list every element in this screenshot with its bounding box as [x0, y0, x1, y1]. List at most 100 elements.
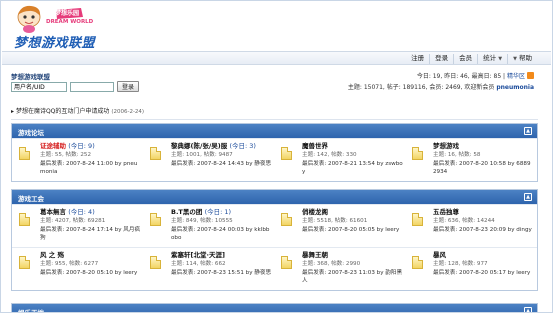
forum-title[interactable]: 梦想游戏联盟: [11, 71, 50, 81]
forum-topic-stats: 主题: 636, 帖数: 14244: [433, 218, 495, 224]
forum-folder-icon: [19, 147, 30, 160]
forum-cell: 魔兽世界 主题: 142, 帖数: 330 最后发表: 2007-8-21 13:…: [274, 139, 405, 181]
nav-register[interactable]: 注册: [406, 54, 429, 64]
forum-cell: 紫塞轩[北堂·天涯] 主题: 114, 帖数: 662 最后发表: 2007-8-…: [143, 248, 274, 290]
username-input[interactable]: [11, 81, 67, 92]
forum-name[interactable]: 梦想游戏: [433, 142, 459, 150]
forum-name[interactable]: 俏楼龙阁: [302, 208, 328, 216]
forum-folder-icon: [281, 147, 292, 160]
forum-row: 风 之 殇 主题: 955, 帖数: 6277 最后发表: 2007-8-20 0…: [12, 247, 537, 290]
collapse-icon[interactable]: ▲: [524, 127, 532, 135]
new-member-link[interactable]: pneumonia: [496, 84, 534, 91]
forum-topic-stats: 主题: 5518, 帖数: 61601: [302, 218, 368, 224]
forum-row: 葛本無言 (今日: 4) 主题: 4207, 帖数: 69281 最后发表: 200…: [12, 204, 537, 247]
forum-last-post[interactable]: 最后发表: 2007-8-21 13:54 by zswboy: [302, 160, 403, 177]
today-stats-text: 今日: 19, 昨日: 46, 最高日: 85 |: [416, 73, 506, 80]
forum-last-post[interactable]: 最后发表: 2007-8-24 11:00 by pneumonia: [40, 160, 141, 177]
forum-name[interactable]: 暴舞王朝: [302, 251, 328, 259]
nav-members[interactable]: 会员: [453, 54, 477, 64]
forum-name[interactable]: 葛本無言: [40, 208, 66, 216]
top-nav-bar: 注册 登录 会员 统计 ▼ ▼ 帮助: [2, 51, 551, 65]
rss-icon[interactable]: [527, 72, 534, 79]
forum-last-post[interactable]: 最后发表: 2007-8-23 15:51 by 静夜思: [171, 269, 272, 278]
forum-today-count: (今日: 9): [68, 142, 95, 150]
category-header[interactable]: 游戏论坛 ▲: [12, 124, 537, 138]
forum-name-link[interactable]: 黎典娜(陈/张/吴)服 (今日: 3): [171, 142, 272, 151]
forum-folder-icon: [412, 147, 423, 160]
forum-last-post[interactable]: 最后发表: 2007-8-20 05:10 by leery: [40, 269, 141, 278]
announcement-date: (2006-2-24): [111, 109, 145, 115]
forum-name[interactable]: 五岳独尊: [433, 208, 459, 216]
forum-name[interactable]: 紫塞轩[北堂·天涯]: [171, 251, 225, 259]
forum-folder-icon: [412, 256, 423, 269]
forum-last-post[interactable]: 最后发表: 2007-8-23 11:03 by 韵阳黑人: [302, 269, 403, 286]
nav-login[interactable]: 登录: [429, 54, 453, 64]
forum-page: 梦想乐园 DREAM WORLD 梦想游戏联盟 注册 登录 会员 统计 ▼ ▼ …: [0, 0, 553, 313]
category-header[interactable]: 娱乐天地 ▲: [12, 304, 537, 312]
forum-last-post[interactable]: 最后发表: 2007-8-20 05:17 by leery: [433, 269, 534, 278]
forum-name[interactable]: B.T黑の团: [171, 208, 202, 216]
forum-cell: 暴风 主题: 128, 帖数: 977 最后发表: 2007-8-20 05:17…: [405, 248, 536, 290]
forum-name-link[interactable]: 暴舞王朝: [302, 251, 403, 260]
collapse-icon[interactable]: ▲: [524, 307, 532, 312]
forum-topic-stats: 主题: 128, 帖数: 977: [433, 261, 488, 267]
nav-stats-label: 统计: [483, 54, 497, 62]
nav-help[interactable]: ▼ 帮助: [507, 54, 537, 64]
forum-folder-icon: [281, 213, 292, 226]
forum-name-link[interactable]: 葛本無言 (今日: 4): [40, 208, 141, 217]
forum-name[interactable]: 证途辅助: [40, 142, 66, 150]
forum-name[interactable]: 风 之 殇: [40, 251, 64, 259]
category-header[interactable]: 游戏工会 ▲: [12, 190, 537, 204]
quick-login-form: 登录: [11, 81, 140, 92]
forum-folder-icon: [19, 256, 30, 269]
logo-small-text: 梦想乐园: [54, 10, 79, 17]
forum-today-count: (今日: 1): [204, 208, 232, 216]
forum-folder-icon: [412, 213, 423, 226]
forum-name-link[interactable]: 风 之 殇: [40, 251, 141, 260]
forum-name-link[interactable]: 五岳独尊: [433, 208, 534, 217]
forum-name-link[interactable]: B.T黑の团 (今日: 1): [171, 208, 272, 217]
forum-last-post[interactable]: 最后发表: 2007-8-20 05:05 by leery: [302, 226, 403, 235]
login-button[interactable]: 登录: [117, 81, 140, 92]
forum-last-post[interactable]: 最后发表: 2007-8-24 00:03 by kklbbobo: [171, 226, 272, 243]
forum-folder-icon: [150, 256, 161, 269]
forum-name[interactable]: 黎典娜(陈/张/吴)服: [171, 142, 227, 150]
category-title[interactable]: 游戏工会: [18, 195, 44, 203]
collapse-icon[interactable]: ▲: [524, 193, 532, 201]
forum-cell: 俏楼龙阁 主题: 5518, 帖数: 61601 最后发表: 2007-8-20 …: [274, 205, 405, 247]
forum-category: 游戏论坛 ▲ 证途辅助 (今日: 9) 主题: 55, 帖数: 252 最后发表: 20…: [11, 123, 538, 182]
forum-last-post[interactable]: 最后发表: 2007-8-24 14:43 by 静夜思: [171, 160, 272, 169]
forum-cell: 五岳独尊 主题: 636, 帖数: 14244 最后发表: 2007-8-23 2…: [405, 205, 536, 247]
forum-topic-stats: 主题: 1001, 帖数: 9487: [171, 152, 233, 158]
forum-last-post[interactable]: 最后发表: 2007-8-24 17:14 by 风月疯狗: [40, 226, 141, 243]
forum-name[interactable]: 暴风: [433, 251, 446, 259]
forum-topic-stats: 主题: 849, 帖数: 10555: [171, 218, 233, 224]
forum-last-post[interactable]: 最后发表: 2007-8-20 10:58 by 68892934: [433, 160, 534, 177]
forum-folder-icon: [19, 213, 30, 226]
forum-name-link[interactable]: 证途辅助 (今日: 9): [40, 142, 141, 151]
forum-name-link[interactable]: 魔兽世界: [302, 142, 403, 151]
site-logo[interactable]: 梦想乐园 DREAM WORLD 梦想游戏联盟: [11, 3, 106, 51]
forum-name-link[interactable]: 梦想游戏: [433, 142, 534, 151]
forum-folder-icon: [150, 213, 161, 226]
divider: [11, 119, 538, 120]
forum-topic-stats: 主题: 142, 帖数: 330: [302, 152, 357, 158]
forum-cell: 风 之 殇 主题: 955, 帖数: 6277 最后发表: 2007-8-20 0…: [12, 248, 143, 290]
chevron-down-icon: ▼: [513, 56, 517, 62]
announcement[interactable]: ▸ 梦想在魔诗QQ的互动门户申请成功 (2006-2-24): [11, 106, 144, 115]
forum-name-link[interactable]: 紫塞轩[北堂·天涯]: [171, 251, 272, 260]
forum-name-link[interactable]: 暴风: [433, 251, 534, 260]
password-input[interactable]: [70, 81, 114, 92]
nav-stats[interactable]: 统计 ▼: [477, 54, 507, 64]
announcement-bullet-icon: ▸: [11, 108, 15, 115]
forum-last-post[interactable]: 最后发表: 2007-8-23 20:09 by dingy: [433, 226, 534, 235]
category-title[interactable]: 游戏论坛: [18, 129, 44, 137]
forum-name[interactable]: 魔兽世界: [302, 142, 328, 150]
forum-cell: 梦想游戏 主题: 16, 帖数: 58 最后发表: 2007-8-20 10:58…: [405, 139, 536, 181]
forum-topic-stats: 主题: 16, 帖数: 58: [433, 152, 481, 158]
forum-name-link[interactable]: 俏楼龙阁: [302, 208, 403, 217]
digest-link[interactable]: 精华区: [507, 73, 525, 80]
category-title[interactable]: 娱乐天地: [18, 309, 44, 312]
forum-today-count: (今日: 3): [229, 142, 256, 150]
forum-folder-icon: [150, 147, 161, 160]
